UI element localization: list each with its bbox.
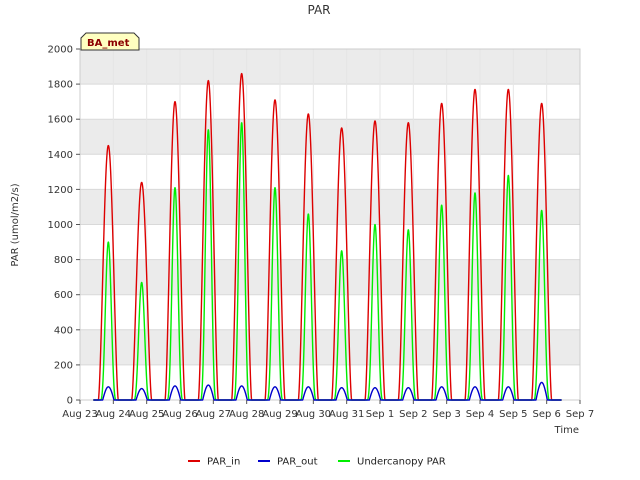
y-tick-label: 0	[67, 396, 73, 407]
y-tick-label: 1400	[48, 150, 73, 161]
chart-title: PAR	[307, 3, 330, 17]
y-axis-ticks: 0 200 400 600 800 1000 1200 1400 1600 1800 2000	[48, 45, 80, 407]
x-tick-label: Aug 27	[196, 409, 231, 420]
x-tick-label: Aug 31	[329, 409, 364, 420]
y-tick-label: 1200	[48, 185, 73, 196]
background-band	[80, 329, 580, 365]
x-tick-label: Sep 6	[532, 409, 560, 420]
x-axis-ticks: Aug 23Aug 24Aug 25Aug 26Aug 27Aug 28Aug …	[62, 400, 594, 420]
x-tick-label: Sep 4	[466, 409, 494, 420]
legend-label: PAR_in	[207, 457, 240, 468]
y-tick-label: 200	[54, 360, 73, 371]
x-tick-label: Aug 30	[296, 409, 331, 420]
x-tick-label: Sep 1	[366, 409, 394, 420]
y-tick-label: 600	[54, 290, 73, 301]
x-tick-label: Aug 25	[129, 409, 164, 420]
legend-label: PAR_out	[277, 457, 318, 468]
y-axis-label: PAR (umol/m2/s)	[10, 183, 21, 266]
background-band	[80, 49, 580, 85]
x-tick-label: Aug 28	[229, 409, 264, 420]
x-tick-label: Aug 23	[62, 409, 97, 420]
x-tick-label: Sep 3	[432, 409, 460, 420]
par-chart: 0 200 400 600 800 1000 1200 1400 1600 1800 2000 Au…	[10, 3, 594, 468]
x-axis-label: Time	[554, 425, 579, 436]
x-tick-label: Aug 29	[262, 409, 297, 420]
station-badge-label: BA_met	[87, 38, 130, 49]
series-line-par-out	[92, 381, 563, 401]
y-tick-label: 1800	[48, 80, 73, 91]
station-badge: BA_met	[80, 32, 140, 51]
x-tick-label: Sep 2	[399, 409, 427, 420]
x-tick-label: Aug 26	[162, 409, 197, 420]
y-tick-label: 1600	[48, 115, 73, 126]
y-tick-label: 2000	[48, 45, 73, 56]
x-tick-label: Aug 24	[96, 409, 131, 420]
background-band	[80, 189, 580, 225]
x-tick-label: Sep 7	[566, 409, 594, 420]
y-tick-label: 1000	[48, 220, 73, 231]
y-tick-label: 400	[54, 325, 73, 336]
x-tick-label: Sep 5	[499, 409, 527, 420]
y-tick-label: 800	[54, 255, 73, 266]
legend: PAR_in PAR_out Undercanopy PAR	[188, 457, 446, 468]
legend-label: Undercanopy PAR	[357, 457, 446, 468]
